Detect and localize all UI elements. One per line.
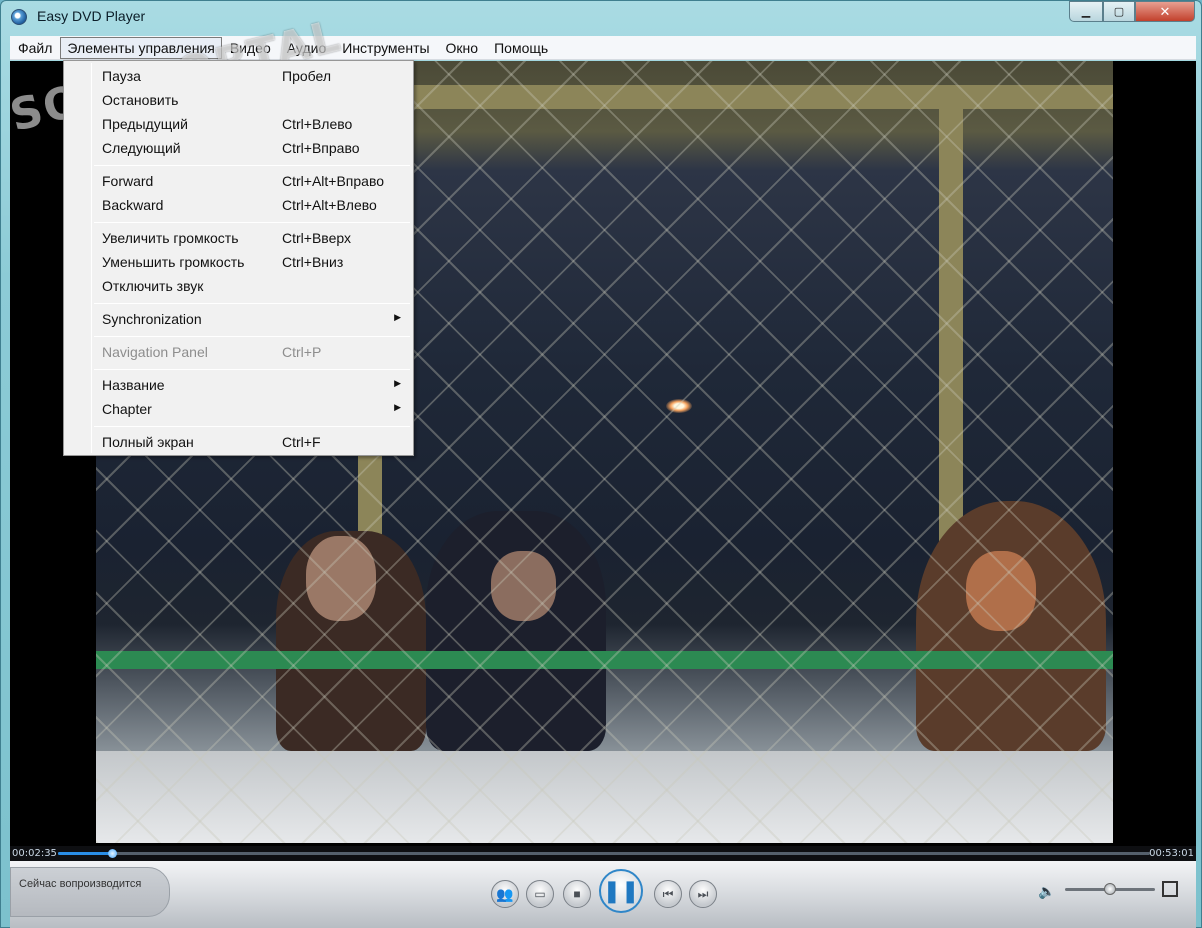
menu-item-forward[interactable]: Forward Ctrl+Alt+Вправо bbox=[66, 170, 411, 192]
menu-item-label: Пауза bbox=[102, 68, 141, 84]
menu-item-label: Backward bbox=[102, 197, 164, 213]
dvd-app-icon bbox=[11, 9, 27, 25]
menu-separator bbox=[94, 222, 410, 223]
fullscreen-icon[interactable] bbox=[1162, 881, 1178, 897]
menu-item-label: Название bbox=[102, 377, 165, 393]
menu-item-fullscreen[interactable]: Полный экран Ctrl+F bbox=[66, 431, 411, 453]
menu-item-label: Chapter bbox=[102, 401, 152, 417]
seek-track[interactable] bbox=[58, 849, 1150, 858]
now-playing-label: Сейчас вопроизводится bbox=[19, 878, 142, 890]
menu-item-label: Предыдущий bbox=[102, 116, 188, 132]
control-bar: Сейчас вопроизводится 👥 ▭ ■ ❚❚ ⏮ ⏭ 🔈 bbox=[10, 861, 1196, 928]
seek-progress-fill bbox=[58, 852, 112, 855]
menu-item-shortcut: Ctrl+Влево bbox=[282, 116, 353, 132]
menu-item-shortcut: Ctrl+Alt+Влево bbox=[282, 197, 377, 213]
open-folder-button[interactable]: ▭ bbox=[526, 880, 554, 908]
menu-item-volume-up[interactable]: Увеличить громкость Ctrl+Вверх bbox=[66, 227, 411, 249]
menu-item-navigation-panel: Navigation Panel Ctrl+P bbox=[66, 341, 411, 363]
previous-icon: ⏮ bbox=[662, 886, 674, 901]
menu-tools[interactable]: Инструменты bbox=[334, 37, 437, 59]
menu-item-label: Увеличить громкость bbox=[102, 230, 239, 246]
menu-separator bbox=[94, 336, 410, 337]
folder-icon: ▭ bbox=[534, 887, 546, 901]
stop-icon: ■ bbox=[573, 887, 581, 901]
minimize-button[interactable]: ▁ bbox=[1069, 1, 1103, 22]
menu-item-label: Synchronization bbox=[102, 311, 202, 327]
total-time: 00:53:01 bbox=[1149, 848, 1194, 859]
seek-handle[interactable] bbox=[107, 849, 117, 858]
menu-item-stop[interactable]: Остановить bbox=[66, 89, 411, 111]
close-icon: ✕ bbox=[1159, 3, 1171, 19]
close-button[interactable]: ✕ bbox=[1135, 1, 1195, 22]
menu-item-shortcut: Ctrl+Alt+Вправо bbox=[282, 173, 385, 189]
menu-item-shortcut: Ctrl+P bbox=[282, 344, 322, 360]
maximize-button[interactable]: ▢ bbox=[1103, 1, 1135, 22]
menu-item-label: Отключить звук bbox=[102, 278, 204, 294]
seek-bar: 00:02:35 00:53:01 bbox=[10, 846, 1196, 861]
menu-item-label: Navigation Panel bbox=[102, 344, 208, 360]
menu-separator bbox=[94, 369, 410, 370]
volume-handle[interactable] bbox=[1104, 883, 1116, 895]
menu-item-pause[interactable]: Пауза Пробел bbox=[66, 65, 411, 87]
menu-window[interactable]: Окно bbox=[438, 37, 487, 59]
next-icon: ⏭ bbox=[697, 886, 709, 901]
menu-controls[interactable]: Элементы управления bbox=[60, 36, 222, 59]
title-bar[interactable]: Easy DVD Player ▁ ▢ ✕ bbox=[1, 1, 1201, 33]
menu-item-shortcut: Ctrl+Вправо bbox=[282, 140, 360, 156]
menu-file[interactable]: Файл bbox=[10, 37, 60, 59]
previous-button[interactable]: ⏮ bbox=[654, 880, 682, 908]
maximize-icon: ▢ bbox=[1113, 6, 1125, 18]
pause-button[interactable]: ❚❚ bbox=[599, 869, 643, 913]
menu-item-label: Следующий bbox=[102, 140, 181, 156]
menu-video[interactable]: Видео bbox=[222, 37, 279, 59]
submenu-arrow-icon: ▶ bbox=[394, 402, 401, 412]
menu-item-mute[interactable]: Отключить звук bbox=[66, 275, 411, 297]
menu-item-synchronization[interactable]: Synchronization ▶ bbox=[66, 308, 411, 330]
app-window: Easy DVD Player ▁ ▢ ✕ Файл Элементы упра… bbox=[0, 0, 1202, 928]
submenu-arrow-icon: ▶ bbox=[394, 378, 401, 388]
menu-item-label: Уменьшить громкость bbox=[102, 254, 245, 270]
menu-audio[interactable]: Аудио bbox=[279, 37, 335, 59]
menu-help[interactable]: Помощь bbox=[486, 37, 556, 59]
submenu-arrow-icon: ▶ bbox=[394, 312, 401, 322]
menu-item-shortcut: Ctrl+Вниз bbox=[282, 254, 344, 270]
volume-slider[interactable] bbox=[1065, 883, 1155, 895]
menu-separator bbox=[94, 426, 410, 427]
menu-item-label: Полный экран bbox=[102, 434, 194, 450]
menu-item-chapter[interactable]: Chapter ▶ bbox=[66, 398, 411, 420]
people-icon: 👥 bbox=[496, 885, 514, 902]
stop-button[interactable]: ■ bbox=[563, 880, 591, 908]
menu-item-shortcut: Ctrl+Вверх bbox=[282, 230, 351, 246]
menu-bar: Файл Элементы управления Видео Аудио Инс… bbox=[10, 36, 1196, 60]
pause-icon: ❚❚ bbox=[602, 878, 640, 903]
menu-item-label: Forward bbox=[102, 173, 154, 189]
next-button[interactable]: ⏭ bbox=[689, 880, 717, 908]
menu-item-shortcut: Ctrl+F bbox=[282, 434, 321, 450]
menu-separator bbox=[94, 165, 410, 166]
menu-item-title[interactable]: Название ▶ bbox=[66, 374, 411, 396]
speaker-icon[interactable]: 🔈 bbox=[1038, 883, 1055, 900]
menu-separator bbox=[94, 303, 410, 304]
menu-item-previous[interactable]: Предыдущий Ctrl+Влево bbox=[66, 113, 411, 135]
window-controls: ▁ ▢ ✕ bbox=[1069, 1, 1195, 22]
window-title: Easy DVD Player bbox=[37, 8, 146, 24]
now-playing-panel[interactable]: Сейчас вопроизводится bbox=[10, 867, 170, 917]
menu-item-backward[interactable]: Backward Ctrl+Alt+Влево bbox=[66, 194, 411, 216]
people-button[interactable]: 👥 bbox=[491, 880, 519, 908]
menu-item-volume-down[interactable]: Уменьшить громкость Ctrl+Вниз bbox=[66, 251, 411, 273]
menu-item-shortcut: Пробел bbox=[282, 68, 331, 84]
minimize-icon: ▁ bbox=[1081, 6, 1091, 18]
menu-item-label: Остановить bbox=[102, 92, 179, 108]
elapsed-time: 00:02:35 bbox=[12, 848, 57, 859]
menu-item-next[interactable]: Следующий Ctrl+Вправо bbox=[66, 137, 411, 159]
controls-dropdown-menu: Пауза Пробел Остановить Предыдущий Ctrl+… bbox=[63, 60, 414, 456]
